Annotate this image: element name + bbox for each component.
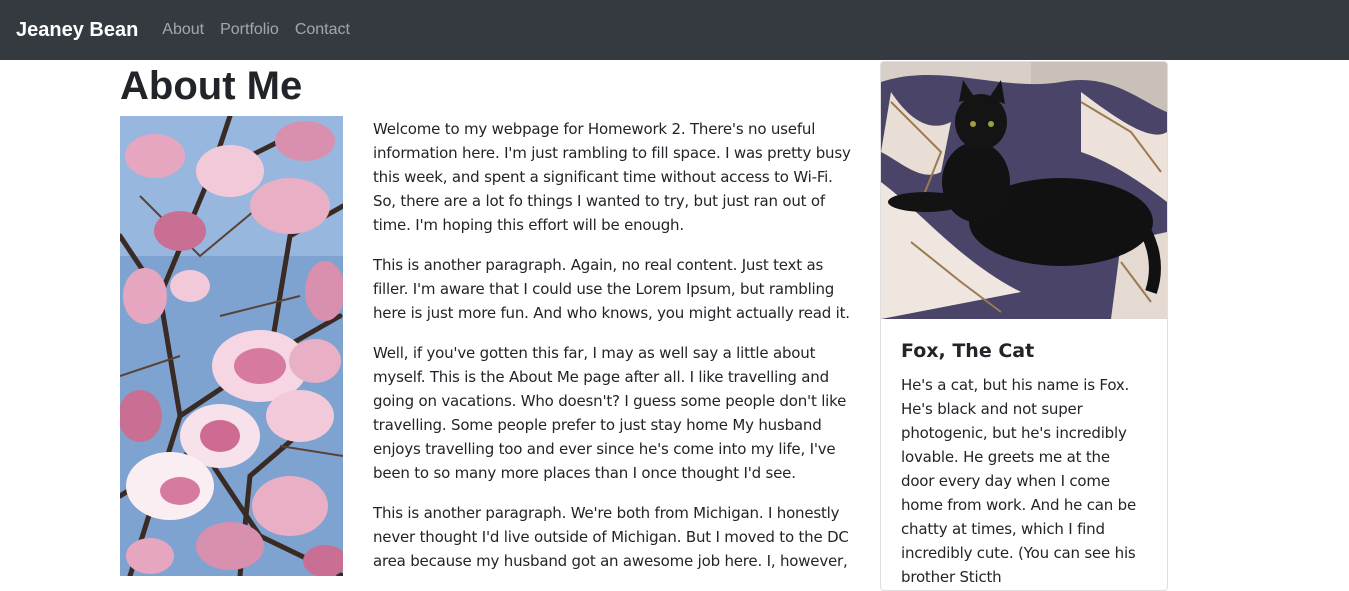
nav-link-contact[interactable]: Contact [295,21,350,39]
card-text: He's a cat, but his name is Fox. He's bl… [901,376,1137,586]
paragraph-3: Well, if you've gotten this far, I may a… [373,344,847,482]
page-title: About Me [120,64,303,108]
cat-card-body: Fox, The Cat He's a cat, but his name is… [881,319,1167,590]
cat-photo [881,62,1167,319]
paragraph-2: This is another paragraph. Again, no rea… [373,256,850,322]
cat-card: Fox, The Cat He's a cat, but his name is… [880,61,1168,591]
brand-link[interactable]: Jeaney Bean [16,19,138,42]
card-title: Fox, The Cat [901,340,1035,362]
paragraph-1: Welcome to my webpage for Homework 2. Th… [373,120,851,234]
about-content: Welcome to my webpage for Homework 2. Th… [373,117,853,589]
navbar: Jeaney Bean About Portfolio Contact [0,0,1349,60]
nav-link-portfolio[interactable]: Portfolio [220,21,279,39]
magnolia-photo [120,116,343,576]
paragraph-4: This is another paragraph. We're both fr… [373,504,849,570]
nav-link-about[interactable]: About [162,21,204,39]
